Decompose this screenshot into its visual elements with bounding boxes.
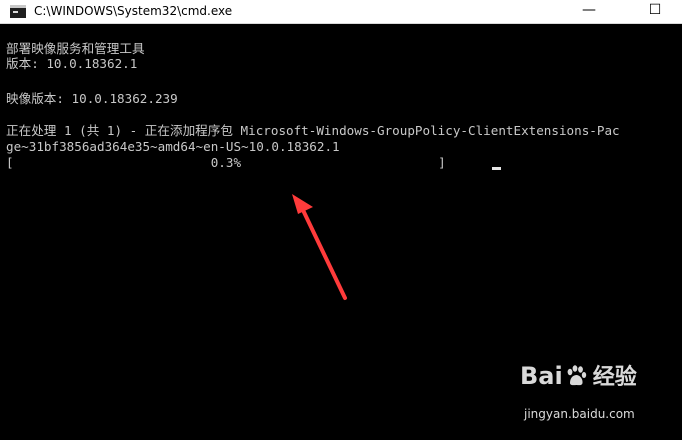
baidu-logo-suffix: 经验 <box>592 365 637 390</box>
baidu-logo-prefix: Bai <box>520 362 563 390</box>
baidu-watermark: Bai 经验 jingyan.baidu.com <box>520 362 670 432</box>
watermark-url: jingyan.baidu.com <box>524 407 635 421</box>
baidu-logo: Bai 经验 <box>520 362 637 392</box>
paw-icon <box>567 365 586 386</box>
